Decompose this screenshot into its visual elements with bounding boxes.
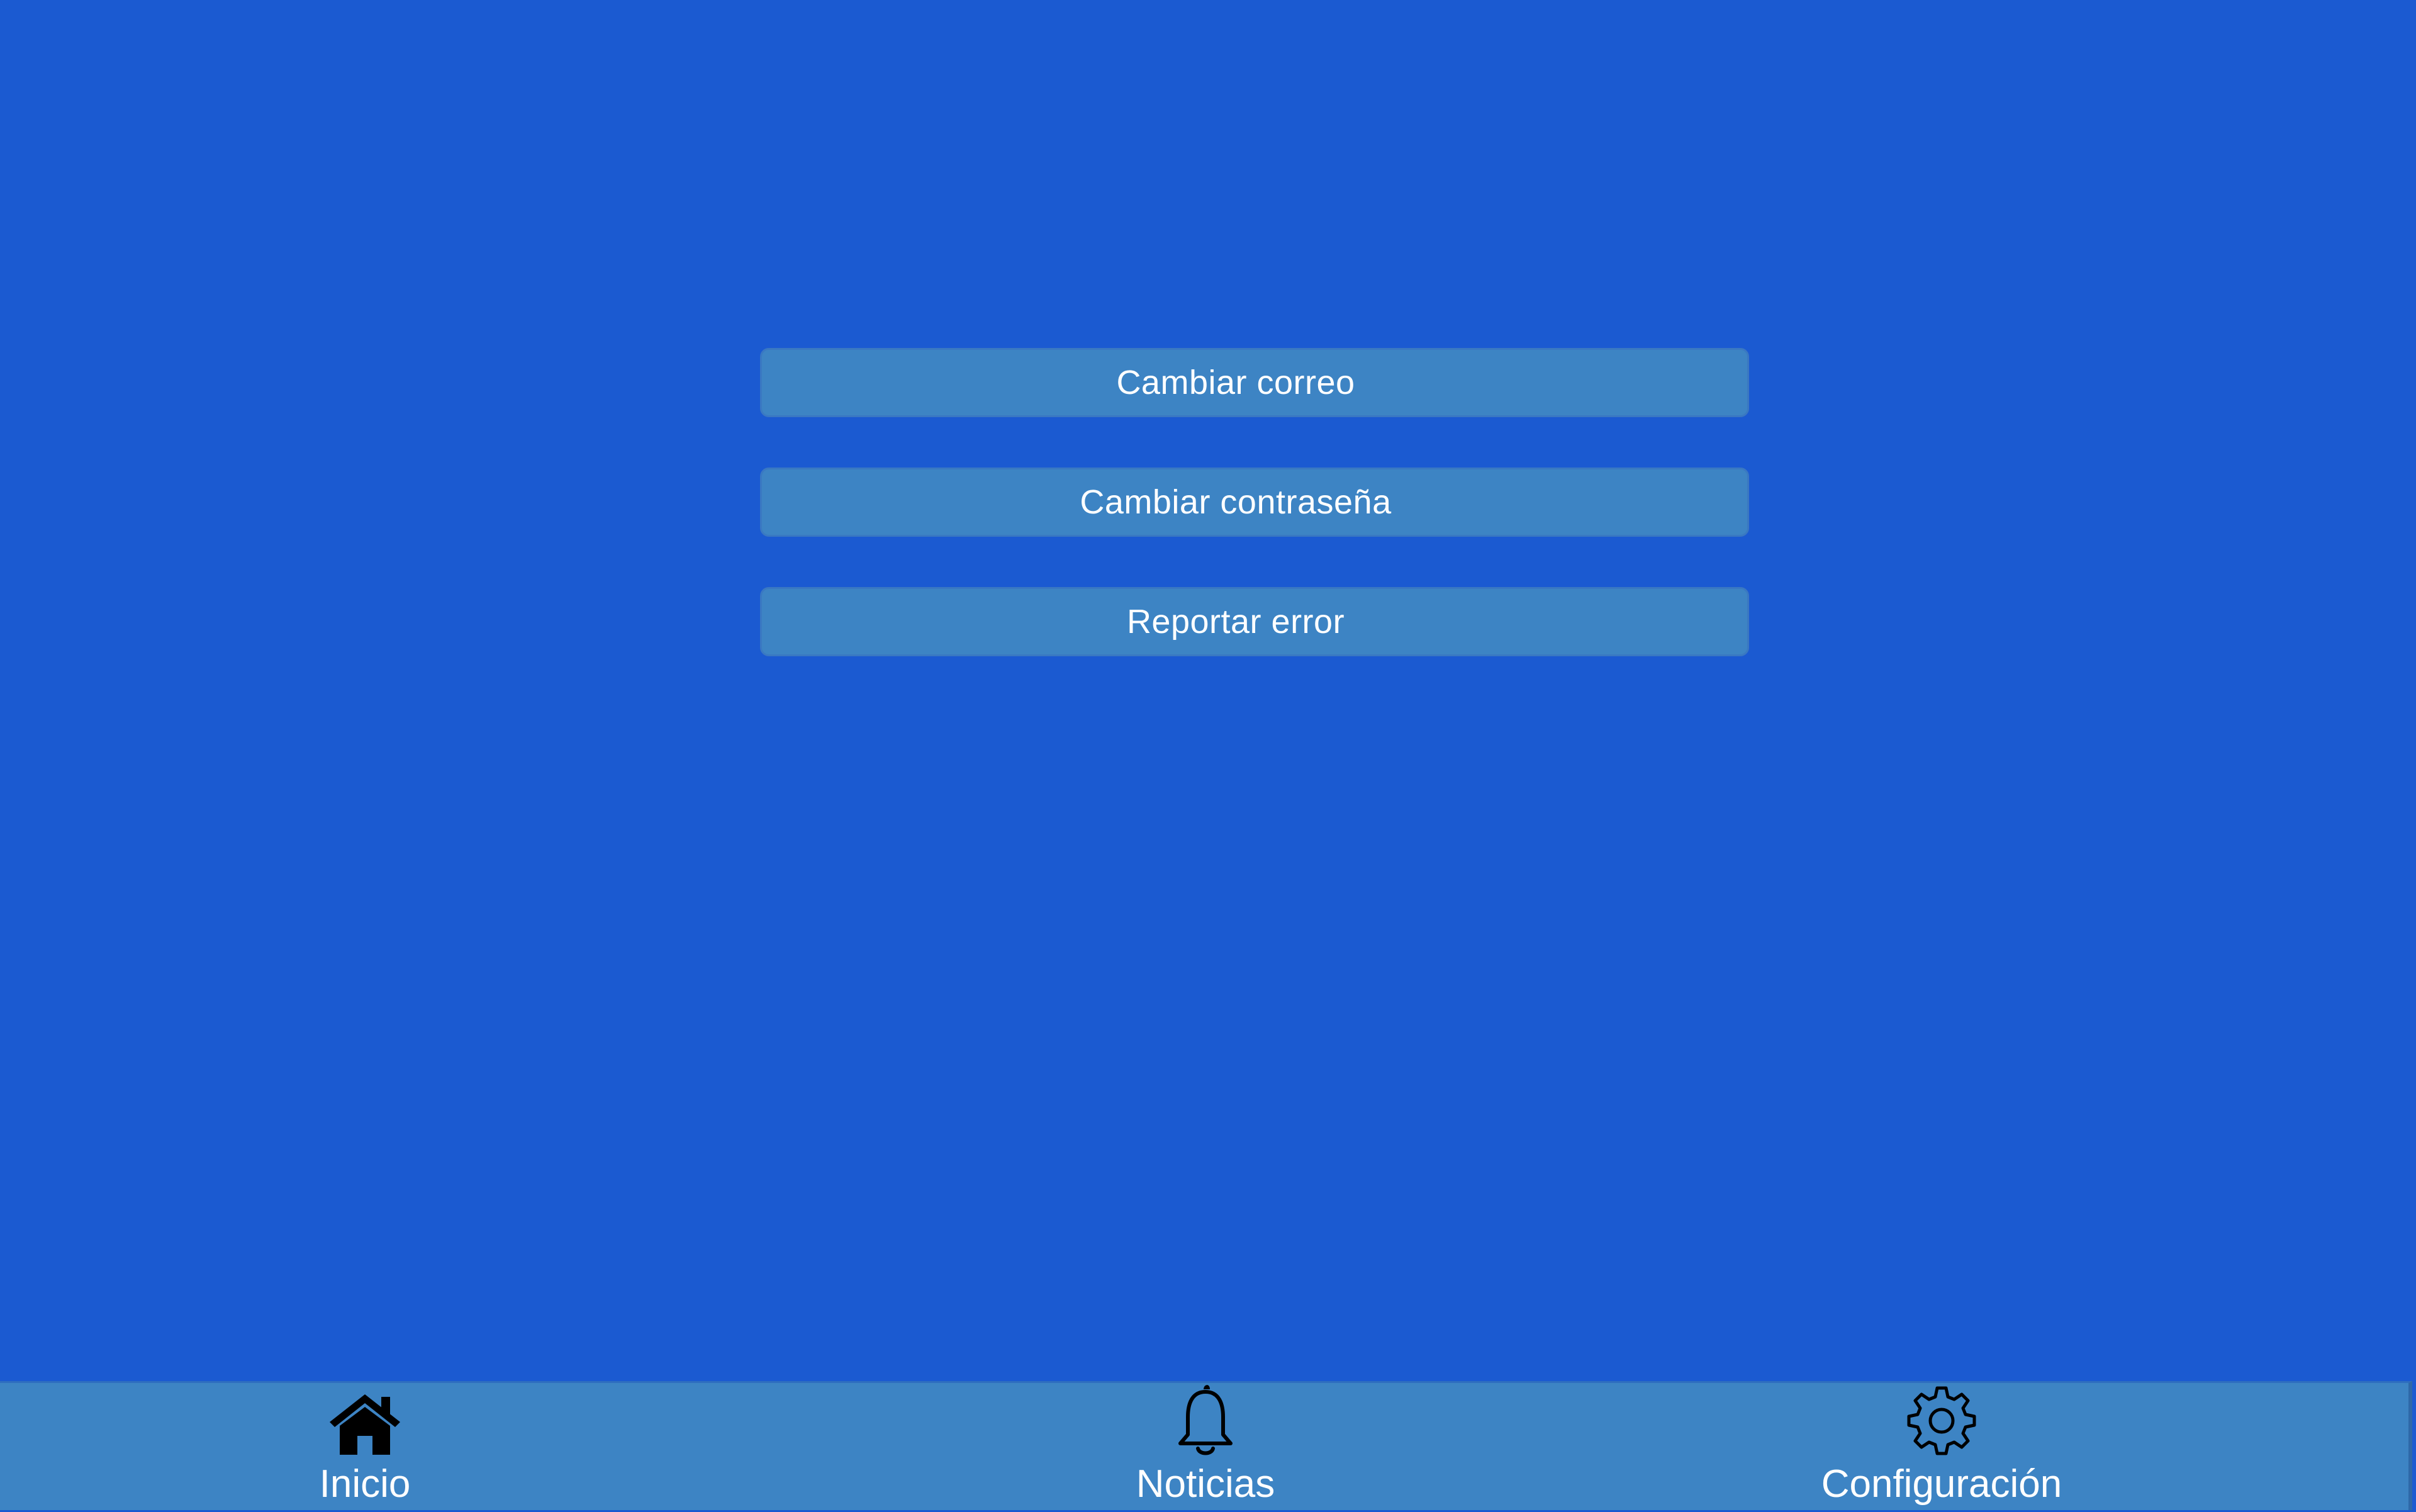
settings-page: Cambiar correo Cambiar contraseña Report… <box>0 0 2416 1381</box>
gear-icon <box>1904 1383 1979 1459</box>
report-error-label: Reportar error <box>1126 603 1345 641</box>
nav-item-inicio[interactable]: Inicio <box>271 1383 459 1512</box>
nav-label-inicio: Inicio <box>319 1462 411 1506</box>
change-password-button[interactable]: Cambiar contraseña <box>760 468 1749 537</box>
change-email-label: Cambiar correo <box>1116 364 1355 401</box>
settings-actions: Cambiar correo Cambiar contraseña Report… <box>760 348 1749 707</box>
bell-icon <box>1174 1383 1237 1459</box>
home-icon <box>327 1383 403 1459</box>
report-error-button[interactable]: Reportar error <box>760 587 1749 656</box>
bottom-navigation: Inicio Noticias Configuración <box>0 1381 2412 1510</box>
nav-label-noticias: Noticias <box>1136 1462 1275 1506</box>
change-email-button[interactable]: Cambiar correo <box>760 348 1749 417</box>
nav-item-noticias[interactable]: Noticias <box>1111 1383 1300 1512</box>
nav-item-configuracion[interactable]: Configuración <box>1753 1383 2130 1512</box>
nav-label-configuracion: Configuración <box>1821 1462 2062 1506</box>
change-password-label: Cambiar contraseña <box>1080 483 1392 521</box>
